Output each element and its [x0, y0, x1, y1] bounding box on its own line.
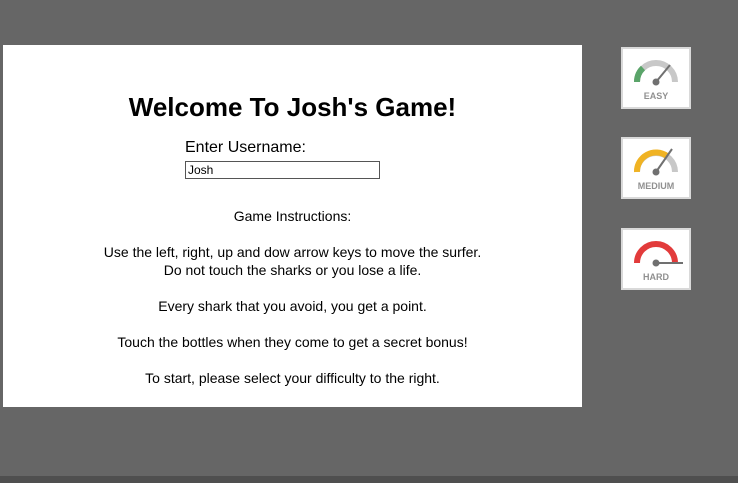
bottom-strip [0, 476, 738, 483]
instructions-heading: Game Instructions: [233, 208, 352, 224]
instruction-line: Touch the bottles when they come to get … [117, 334, 468, 350]
username-label: Enter Username: [185, 139, 306, 156]
speedometer-high-icon: HARD [634, 241, 683, 282]
hard-label: HARD [643, 272, 669, 282]
easy-label: EASY [644, 91, 669, 101]
instruction-line: Do not touch the sharks or you lose a li… [163, 262, 422, 278]
welcome-panel: Welcome To Josh's Game! Enter Username: … [3, 45, 582, 407]
speedometer-low-icon: EASY [633, 60, 678, 101]
easy-difficulty-button[interactable]: EASY [621, 47, 691, 109]
hard-difficulty-button[interactable]: HARD [621, 228, 691, 290]
top-bar [0, 0, 738, 45]
medium-difficulty-button[interactable]: MEDIUM [621, 137, 691, 199]
page-title: Welcome To Josh's Game! [128, 92, 457, 122]
instruction-line: Use the left, right, up and dow arrow ke… [103, 244, 482, 260]
medium-label: MEDIUM [638, 181, 675, 191]
username-input[interactable] [185, 161, 380, 179]
instruction-line: To start, please select your difficulty … [145, 370, 440, 386]
speedometer-medium-icon: MEDIUM [633, 148, 678, 191]
instruction-line: Every shark that you avoid, you get a po… [158, 298, 427, 314]
